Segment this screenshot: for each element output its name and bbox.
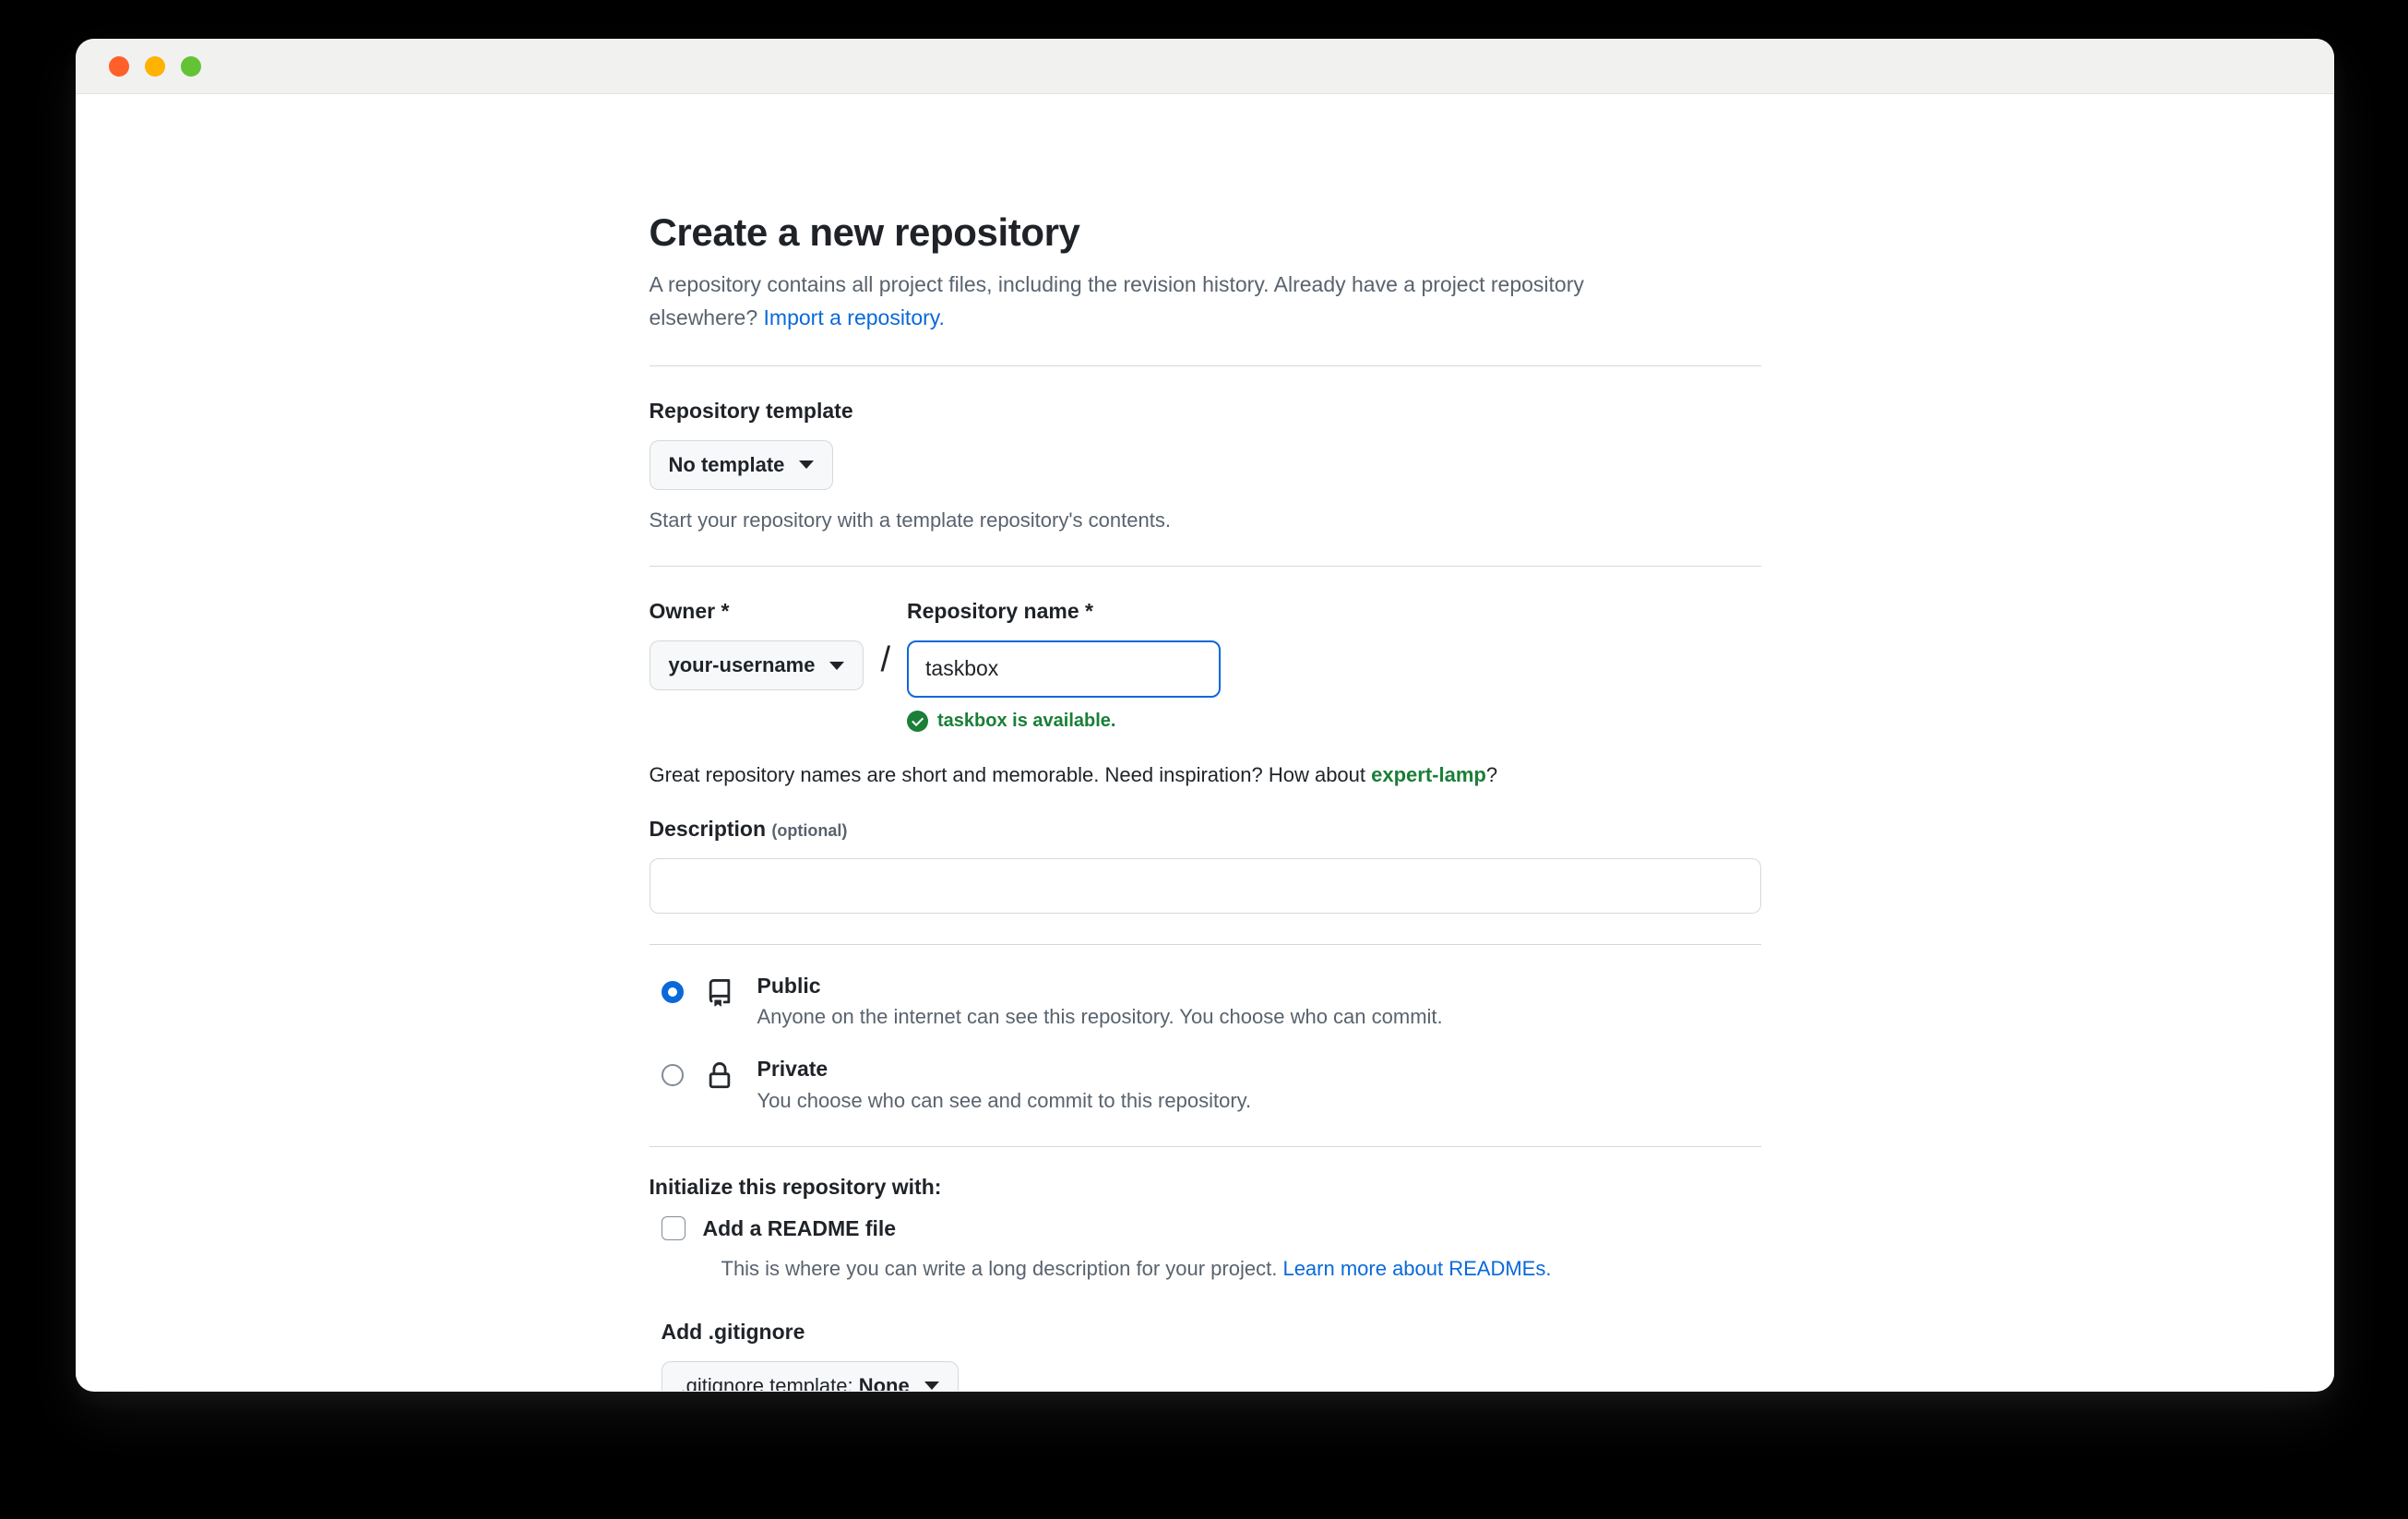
gitignore-value: None — [858, 1373, 910, 1391]
readme-learn-more-link[interactable]: Learn more about READMEs. — [1282, 1257, 1551, 1280]
page-intro: A repository contains all project files,… — [650, 269, 1683, 334]
gitignore-template-select[interactable]: .gitignore template: None — [661, 1360, 959, 1391]
readme-hint-text: This is where you can write a long descr… — [721, 1256, 1283, 1280]
description-label-text: Description — [649, 816, 767, 841]
gitignore-label: Add .gitignore — [661, 1319, 805, 1344]
repository-name-label: Repository name * — [907, 598, 1093, 623]
readme-checkbox[interactable] — [661, 1216, 685, 1241]
owner-select[interactable]: your-username — [649, 640, 864, 691]
create-repository-form: Create a new repository A repository con… — [649, 94, 1761, 1391]
repository-name-column: Repository name * taskbox is available. — [907, 598, 1760, 732]
private-description: You choose who can see and commit to thi… — [757, 1089, 1252, 1113]
close-window-button[interactable] — [109, 55, 129, 77]
visibility-option-private[interactable]: Private You choose who can see and commi… — [650, 1056, 1761, 1116]
repository-template-hint: Start your repository with a template re… — [649, 508, 1171, 532]
visibility-option-public[interactable]: Public Anyone on the internet can see th… — [650, 973, 1761, 1033]
public-radio[interactable] — [661, 980, 684, 1003]
owner-name-row: Owner * your-username / Repository name … — [649, 598, 1761, 732]
name-availability-status: taskbox is available. — [907, 710, 1760, 732]
description-optional-tag: (optional) — [771, 820, 848, 840]
owner-name-separator: / — [880, 640, 891, 679]
name-availability-text: taskbox is available. — [937, 710, 1116, 731]
visibility-section: Public Anyone on the internet can see th… — [650, 945, 1761, 1116]
maximize-window-button[interactable] — [181, 55, 201, 77]
owner-and-name-section: Owner * your-username / Repository name … — [649, 567, 1761, 790]
chevron-down-icon — [924, 1381, 939, 1391]
suggestion-prefix: Great repository names are short and mem… — [649, 762, 1372, 786]
chevron-down-icon — [829, 661, 845, 670]
description-input[interactable] — [649, 857, 1761, 914]
initialize-heading: Initialize this repository with: — [649, 1174, 942, 1199]
repository-template-label: Repository template — [649, 398, 853, 423]
private-radio[interactable] — [661, 1064, 684, 1087]
repository-template-value: No template — [668, 452, 785, 476]
readme-checkbox-row[interactable]: Add a README file — [650, 1216, 1761, 1241]
public-description: Anyone on the internet can see this repo… — [757, 1005, 1443, 1029]
browser-window: Create a new repository A repository con… — [76, 39, 2334, 1392]
gitignore-prefix: .gitignore template: — [680, 1373, 859, 1391]
repository-template-select[interactable]: No template — [649, 439, 834, 490]
repo-book-icon — [709, 978, 730, 1007]
private-option-text: Private You choose who can see and commi… — [757, 1056, 1252, 1116]
chevron-down-icon — [799, 460, 815, 470]
initialize-section: Initialize this repository with: Add a R… — [650, 1147, 1761, 1391]
suggestion-suffix: ? — [1485, 762, 1498, 786]
import-repository-link[interactable]: Import a repository. — [764, 305, 945, 329]
repository-name-input[interactable] — [907, 640, 1222, 698]
minimize-window-button[interactable] — [145, 55, 165, 77]
description-label: Description (optional) — [650, 816, 1761, 843]
readme-hint: This is where you can write a long descr… — [721, 1254, 1761, 1284]
description-section: Description (optional) — [649, 790, 1761, 914]
public-title: Public — [757, 973, 821, 998]
owner-column: Owner * your-username — [649, 598, 864, 691]
gitignore-section: Add .gitignore .gitignore template: None… — [661, 1284, 1761, 1391]
public-option-text: Public Anyone on the internet can see th… — [757, 973, 1443, 1033]
repository-template-section: Repository template No template Start yo… — [649, 366, 1761, 535]
window-titlebar — [76, 39, 2334, 94]
owner-value: your-username — [668, 652, 816, 676]
readme-label: Add a README file — [702, 1215, 897, 1240]
suggested-name-link[interactable]: expert-lamp — [1371, 763, 1486, 786]
traffic-light-buttons — [109, 55, 201, 77]
page-title: Create a new repository — [649, 210, 1080, 254]
check-circle-icon — [907, 710, 929, 732]
private-title: Private — [757, 1057, 828, 1082]
repository-name-suggestion: Great repository names are short and mem… — [650, 760, 1761, 790]
lock-icon — [709, 1062, 730, 1089]
owner-label: Owner * — [649, 598, 730, 623]
page-viewport: Create a new repository A repository con… — [76, 94, 2334, 1391]
gitignore-button-text: .gitignore template: None — [681, 1374, 910, 1391]
